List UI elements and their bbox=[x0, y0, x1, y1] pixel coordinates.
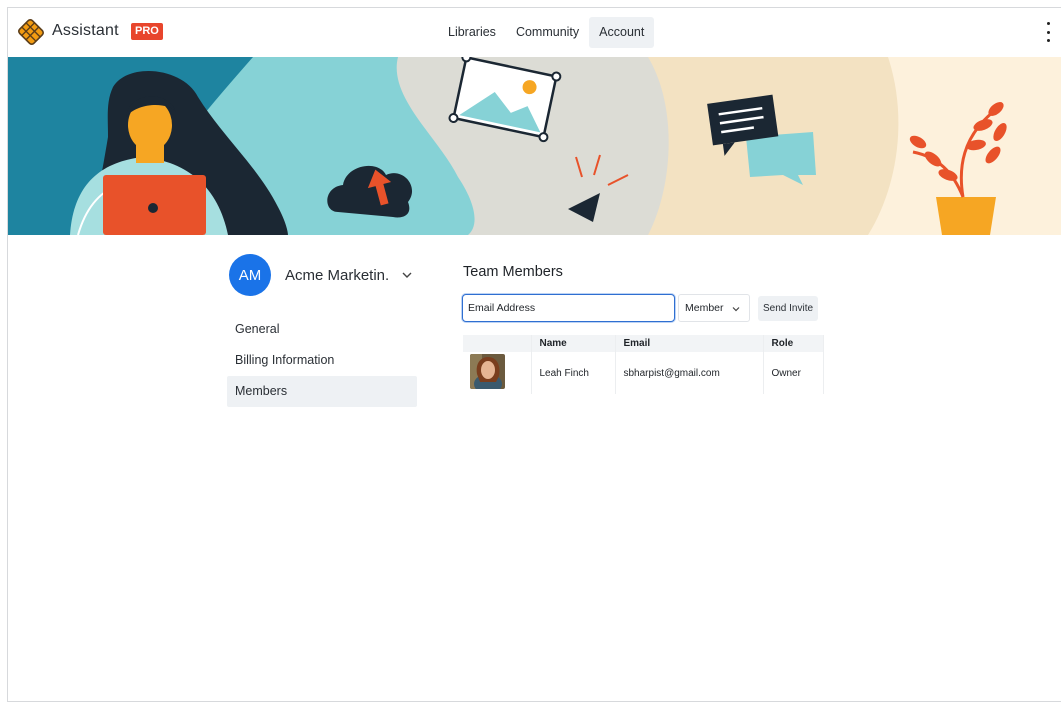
role-select[interactable]: Member bbox=[678, 294, 750, 322]
assistant-logo-icon[interactable] bbox=[17, 18, 45, 46]
pro-badge: PRO bbox=[131, 23, 163, 40]
main-nav: Libraries Community Account bbox=[438, 17, 655, 48]
sidebar-item-general[interactable]: General bbox=[227, 314, 417, 345]
table-row[interactable]: Leah Finch sbharpist@gmail.com Owner bbox=[463, 352, 824, 394]
sidebar-item-members[interactable]: Members bbox=[227, 376, 417, 407]
column-header-email: Email bbox=[615, 335, 764, 352]
team-members-heading: Team Members bbox=[463, 264, 563, 280]
member-photo-cell bbox=[463, 352, 532, 394]
nav-libraries[interactable]: Libraries bbox=[438, 17, 506, 48]
column-header-name: Name bbox=[531, 335, 616, 352]
member-name: Leah Finch bbox=[531, 352, 616, 394]
nav-account[interactable]: Account bbox=[589, 17, 655, 48]
column-header-photo bbox=[463, 335, 532, 352]
role-select-value: Member bbox=[685, 302, 724, 314]
org-avatar: AM bbox=[229, 254, 271, 296]
app-window: Assistant PRO Libraries Community Accoun… bbox=[7, 7, 1061, 702]
member-email: sbharpist@gmail.com bbox=[615, 352, 764, 394]
top-bar: Assistant PRO Libraries Community Accoun… bbox=[8, 8, 1061, 57]
sidebar-item-billing[interactable]: Billing Information bbox=[227, 345, 417, 376]
member-role: Owner bbox=[763, 352, 824, 394]
organization-selector[interactable]: AM Acme Marketin... bbox=[229, 254, 429, 296]
brand-name: Assistant bbox=[52, 22, 119, 39]
chevron-down-icon bbox=[732, 307, 740, 312]
chevron-down-icon[interactable] bbox=[400, 268, 414, 282]
kebab-menu-icon[interactable] bbox=[1043, 22, 1053, 42]
column-header-role: Role bbox=[763, 335, 824, 352]
email-address-input[interactable] bbox=[462, 294, 675, 322]
members-table: Name Email Role Leah Finch sbharpist@gma… bbox=[463, 335, 824, 394]
header-banner-illustration bbox=[8, 57, 1061, 235]
send-invite-button[interactable]: Send Invite bbox=[758, 296, 819, 321]
member-avatar bbox=[470, 354, 505, 394]
table-header-row: Name Email Role bbox=[463, 335, 824, 352]
org-name: Acme Marketin... bbox=[285, 266, 390, 284]
nav-community[interactable]: Community bbox=[506, 17, 589, 48]
